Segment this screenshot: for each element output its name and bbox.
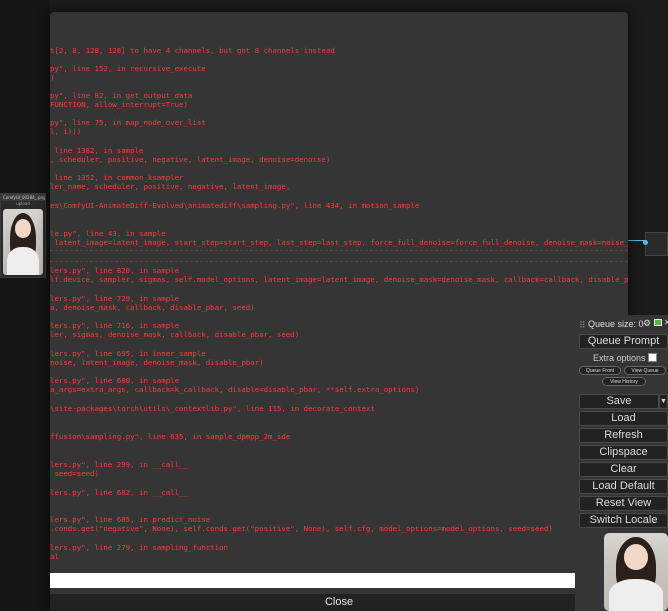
node-image-preview xyxy=(3,209,43,275)
image-icon[interactable] xyxy=(654,319,662,326)
traceback-line: lers.py", line 600, in sample xyxy=(50,376,180,385)
extra-options-toggle[interactable]: Extra options xyxy=(593,353,657,363)
extra-options-checkbox[interactable] xyxy=(647,353,657,362)
queue-prompt-button[interactable]: Queue Prompt xyxy=(579,334,668,349)
view-history-button[interactable]: View History xyxy=(602,377,646,386)
dialog-text-field[interactable] xyxy=(50,573,628,588)
traceback-line: t[2, 8, 128, 128] to have 4 channels, bu… xyxy=(50,46,335,55)
traceback-line: line 1382, in sample xyxy=(50,146,144,155)
comfy-menu: ⠿ Queue size: 0 ⚙ ✕ Queue Prompt Extra o… xyxy=(575,315,668,611)
error-traceback: t[2, 8, 128, 128] to have 4 channels, bu… xyxy=(50,12,628,573)
traceback-line: l, i))) xyxy=(50,127,82,136)
traceback-line: line 1352, in common_ksampler xyxy=(50,173,184,182)
extra-options-label: Extra options xyxy=(593,353,646,363)
separator xyxy=(50,261,628,262)
traceback-line: lers.py", line 682, in __call__ xyxy=(50,488,188,497)
gear-icon[interactable]: ⚙ xyxy=(643,318,651,329)
dialog-input[interactable] xyxy=(50,579,628,588)
traceback-line: , scheduler, positive, negative, latent_… xyxy=(50,155,331,164)
traceback-line: py", line 75, in map_node_over_list xyxy=(50,118,206,127)
queue-front-button[interactable]: Queue Front xyxy=(579,366,621,375)
view-queue-button[interactable]: View Queue xyxy=(624,366,666,375)
traceback-line: seed=seed) xyxy=(50,469,99,478)
load-button[interactable]: Load xyxy=(579,411,668,426)
traceback-line: py", line 152, in recursive_execute xyxy=(50,64,206,73)
traceback-line: lers.py", line 716, in sample xyxy=(50,321,180,330)
traceback-line: ler_name, scheduler, positive, negative,… xyxy=(50,182,291,191)
traceback-line: latent_image=latent_image, start_step=st… xyxy=(50,238,628,247)
error-dialog: t[2, 8, 128, 128] to have 4 channels, bu… xyxy=(50,12,628,611)
traceback-line: ler, sigmas, denoise_mask, callback, dis… xyxy=(50,330,300,339)
traceback-line: lf.device, sampler, sigmas, self.model_o… xyxy=(50,275,628,284)
traceback-line: le.py", line 43, in sample xyxy=(50,229,166,238)
traceback-line: py", line 82, in get_output_data xyxy=(50,91,193,100)
load-default-button[interactable]: Load Default xyxy=(579,479,668,494)
traceback-line: a, denoise_mask, callback, disable_pbar,… xyxy=(50,303,255,312)
avatar xyxy=(604,533,668,611)
close-button[interactable]: Close xyxy=(50,594,628,611)
traceback-line: .conds.get("negative", None), self.conds… xyxy=(50,524,553,533)
traceback-line: noise, latent_image, denoise_mask, disab… xyxy=(50,358,264,367)
traceback-line: \site-packages\torch\utils\_contextlib.p… xyxy=(50,404,375,413)
traceback-line: ) xyxy=(50,73,55,82)
separator xyxy=(50,250,628,251)
traceback-line: lers.py", line 299, in __call__ xyxy=(50,460,188,469)
chevron-down-icon[interactable]: ▼ xyxy=(659,394,668,409)
switch-locale-button[interactable]: Switch Locale xyxy=(579,513,668,528)
output-node[interactable] xyxy=(643,232,668,256)
input-slot[interactable] xyxy=(643,240,648,245)
save-button[interactable]: Save xyxy=(579,394,659,409)
traceback-line: a_args=extra_args, callback=k_callback, … xyxy=(50,385,420,394)
traceback-line: ffusion\sampling.py", line 635, in sampl… xyxy=(50,432,291,441)
close-icon[interactable]: ✕ xyxy=(664,318,668,327)
clipspace-button[interactable]: Clipspace xyxy=(579,445,668,460)
node-title: ComfyUI_00284_.png xyxy=(1,194,45,201)
traceback-line: lers.py", line 695, in inner_sample xyxy=(50,349,206,358)
queue-size-label: Queue size: 0 xyxy=(588,319,644,329)
refresh-button[interactable]: Refresh xyxy=(579,428,668,443)
workflow-canvas[interactable] xyxy=(0,0,50,611)
traceback-line: lers.py", line 685, in predict_noise xyxy=(50,515,211,524)
upload-button[interactable]: upload xyxy=(1,201,45,207)
traceback-line: lers.py", line 729, in sample xyxy=(50,294,180,303)
traceback-line: al xyxy=(50,552,59,561)
traceback-line: lers.py", line 279, in sampling_function xyxy=(50,543,228,552)
reset-view-button[interactable]: Reset View xyxy=(579,496,668,511)
clear-button[interactable]: Clear xyxy=(579,462,668,477)
traceback-line: FUNCTION, allow_interrupt=True) xyxy=(50,100,188,109)
load-image-node[interactable]: ComfyUI_00284_.png upload xyxy=(0,193,46,278)
drag-handle-icon[interactable]: ⠿ xyxy=(579,320,586,331)
traceback-line: lers.py", line 820, in sample xyxy=(50,266,180,275)
traceback-line: es\ComfyUI-AnimateDiff-Evolved\animatedi… xyxy=(50,201,420,210)
